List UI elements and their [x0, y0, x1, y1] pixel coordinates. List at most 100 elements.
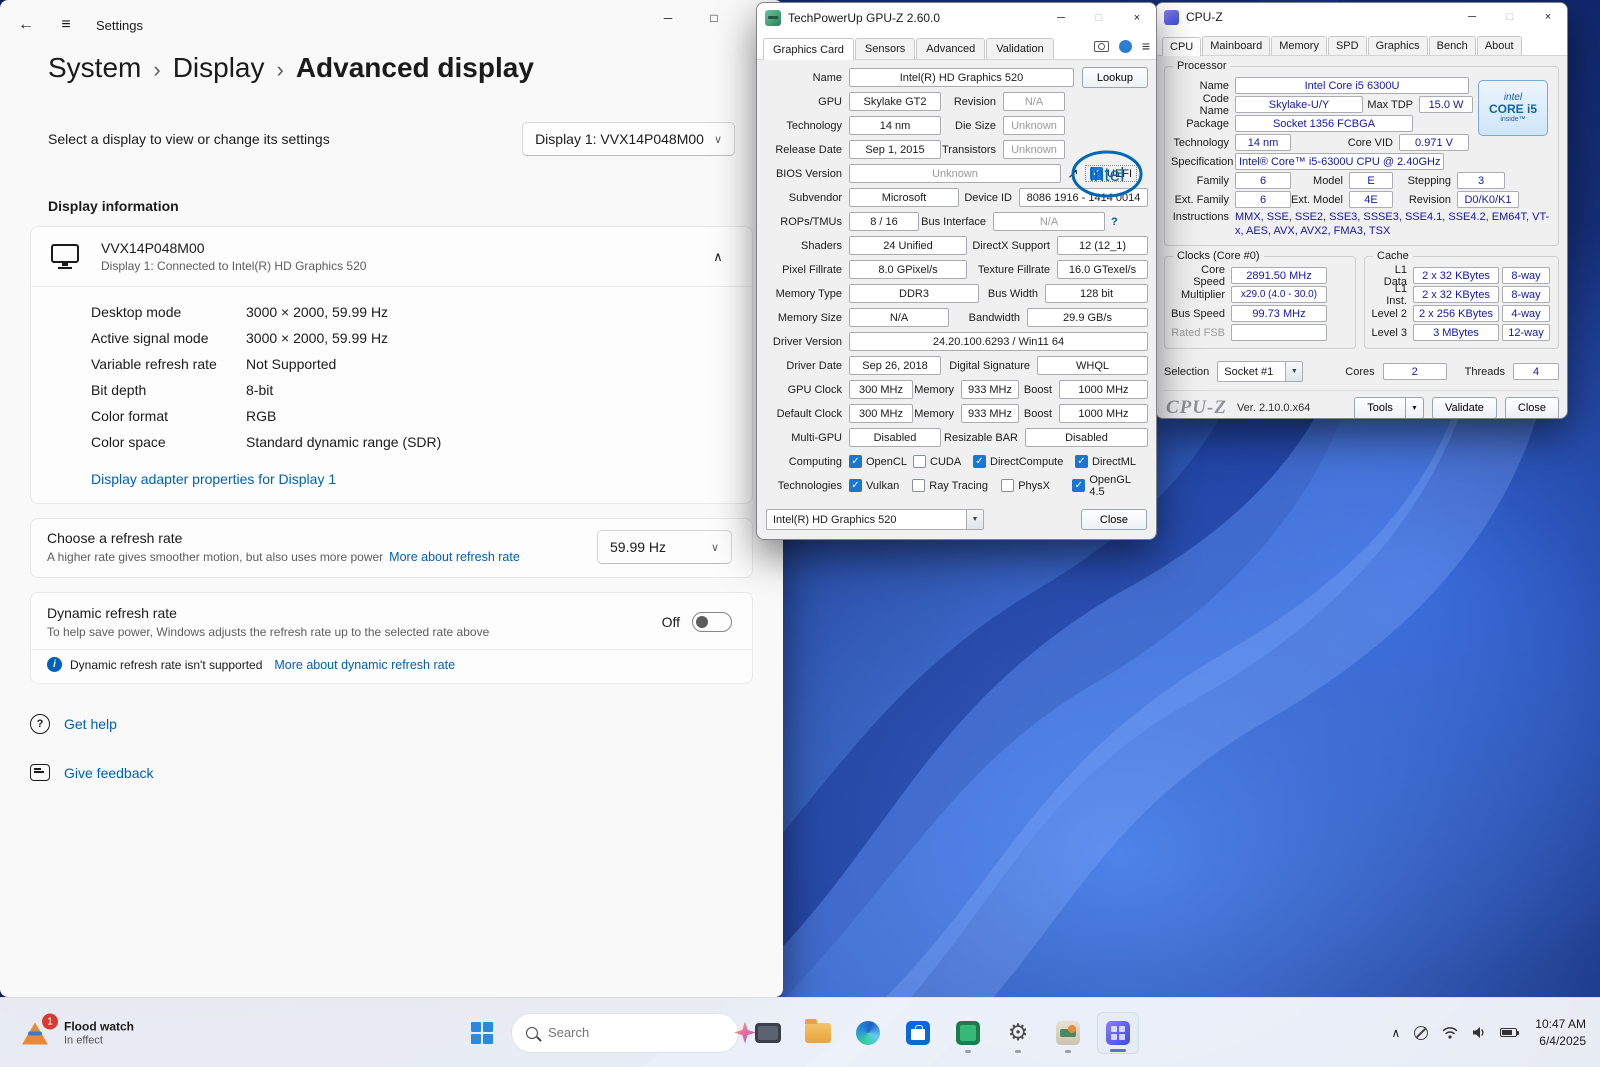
- opengl-checkbox[interactable]: [1072, 479, 1085, 492]
- start-button[interactable]: [461, 1012, 503, 1054]
- chevron-down-icon: ∨: [711, 541, 719, 554]
- directcompute-checkbox[interactable]: [973, 455, 986, 468]
- get-help-row: ? Get help: [30, 714, 783, 734]
- onedrive-paused-icon[interactable]: [1408, 1013, 1434, 1053]
- cpuz-tab-bench[interactable]: Bench: [1429, 36, 1476, 55]
- refresh-rate-desc: A higher rate gives smoother motion, but…: [47, 550, 520, 564]
- taskbar-icon-cpu-z[interactable]: [1097, 1012, 1139, 1054]
- cpuz-tab-spd[interactable]: SPD: [1328, 36, 1367, 55]
- taskbar-icon-monitor-app[interactable]: [947, 1012, 989, 1054]
- taskbar-icon-file-explorer[interactable]: [797, 1012, 839, 1054]
- tray-clock[interactable]: 10:47 AM 6/4/2025: [1525, 1016, 1596, 1050]
- cpuz-titlebar[interactable]: CPU-Z ─ □ ×: [1156, 3, 1567, 31]
- battery-icon[interactable]: [1494, 1013, 1523, 1053]
- field-label: BIOS Version: [765, 168, 849, 180]
- give-feedback-row: Give feedback: [30, 764, 783, 781]
- directml-checkbox[interactable]: [1075, 455, 1088, 468]
- cpuz-minimize-button[interactable]: ─: [1453, 2, 1491, 32]
- ray-tracing-checkbox[interactable]: [912, 479, 925, 492]
- taskbar-icon-edge[interactable]: [847, 1012, 889, 1054]
- gpuz-titlebar[interactable]: TechPowerUp GPU-Z 2.60.0 ─ □ ×: [757, 3, 1156, 33]
- settings-maximize-button[interactable]: □: [691, 0, 737, 36]
- cpuz-close-action-button[interactable]: Close: [1505, 397, 1559, 419]
- menu-icon[interactable]: ≡: [1142, 39, 1150, 53]
- gpu-card-select[interactable]: Intel(R) HD Graphics 520 ▼: [766, 509, 984, 530]
- weather-widget[interactable]: 1 Flood watch In effect: [10, 1013, 146, 1052]
- cpuz-maximize-button[interactable]: □: [1491, 2, 1529, 32]
- gpuz-maximize-button[interactable]: □: [1080, 3, 1118, 33]
- gpuz-tab-validation[interactable]: Validation: [986, 38, 1054, 59]
- chevron-up-icon[interactable]: ∧: [700, 249, 736, 265]
- validate-button[interactable]: Validate: [1432, 397, 1497, 419]
- validation-icon[interactable]: [1119, 40, 1132, 53]
- back-button[interactable]: ←: [6, 7, 46, 43]
- gpuz-close-action-button[interactable]: Close: [1081, 509, 1147, 530]
- bus-interface-help-icon[interactable]: ?: [1111, 216, 1118, 228]
- info-label: Active signal mode: [91, 330, 246, 346]
- processor-legend: Processor: [1173, 60, 1231, 72]
- field-label: GPU Clock: [765, 384, 849, 396]
- physx-checkbox[interactable]: [1001, 479, 1014, 492]
- cpuz-tab-mainboard[interactable]: Mainboard: [1202, 36, 1270, 55]
- socket-select[interactable]: Socket #1 ▼: [1217, 361, 1303, 382]
- gpuz-close-button[interactable]: ×: [1118, 3, 1156, 33]
- taskbar-icon-gpu-z[interactable]: [1047, 1012, 1089, 1054]
- taskbar-icon-store[interactable]: [897, 1012, 939, 1054]
- clocks-row-rated-fsb: Rated FSB: [1171, 324, 1349, 341]
- cpuz-tab-memory[interactable]: Memory: [1271, 36, 1327, 55]
- opencl-checkbox[interactable]: [849, 455, 862, 468]
- get-help-link[interactable]: Get help: [64, 716, 117, 732]
- settings-minimize-button[interactable]: ─: [645, 0, 691, 36]
- breadcrumb-system[interactable]: System: [48, 52, 141, 84]
- more-about-refresh-rate-link[interactable]: More about refresh rate: [389, 550, 520, 564]
- settings-titlebar[interactable]: ← ≡ Settings ─ □ ×: [0, 0, 783, 50]
- taskbar-search[interactable]: [511, 1013, 739, 1053]
- tools-button[interactable]: Tools: [1354, 397, 1406, 419]
- display-card-header[interactable]: VVX14P048M00 Display 1: Connected to Int…: [31, 227, 752, 286]
- cpuz-tab-cpu[interactable]: CPU: [1162, 37, 1201, 56]
- cpuz-close-button[interactable]: ×: [1529, 2, 1567, 32]
- cpuz-tab-graphics[interactable]: Graphics: [1368, 36, 1428, 55]
- app-title: Settings: [96, 18, 143, 33]
- display-select-dropdown[interactable]: Display 1: VVX14P048M00 ∨: [522, 122, 735, 156]
- cpuz-footer-buttons: Tools ▼ Validate Close: [1354, 397, 1559, 419]
- field-label: Texture Fillrate: [967, 264, 1057, 276]
- nav-menu-button[interactable]: ≡: [46, 7, 86, 43]
- screenshot-icon[interactable]: [1094, 41, 1109, 52]
- refresh-rate-dropdown[interactable]: 59.99 Hz ∨: [597, 530, 732, 564]
- display-info-rows: Desktop mode 3000 × 2000, 59.99 Hz Activ…: [31, 287, 752, 461]
- display-adapter-properties-link[interactable]: Display adapter properties for Display 1: [91, 471, 336, 487]
- field-label: Computing: [765, 456, 849, 468]
- cache-row-l1-data: L1 Data 2 x 32 KBytes 8-way: [1371, 267, 1552, 284]
- dropdown-arrow-icon: ▼: [966, 510, 983, 529]
- select-display-row: Select a display to view or change its s…: [48, 122, 735, 156]
- gpuz-row-fillrate: Pixel Fillrate 8.0 GPixel/s Texture Fill…: [765, 260, 1148, 279]
- field-label: Model: [1291, 175, 1349, 187]
- taskbar-icon-settings[interactable]: ⚙: [997, 1012, 1039, 1054]
- more-about-dynamic-refresh-link[interactable]: More about dynamic refresh rate: [274, 658, 455, 672]
- gpuz-tab-advanced[interactable]: Advanced: [916, 38, 985, 59]
- tools-dropdown-arrow[interactable]: ▼: [1406, 397, 1424, 419]
- volume-icon[interactable]: [1466, 1013, 1492, 1053]
- give-feedback-link[interactable]: Give feedback: [64, 765, 154, 781]
- gpuz-minimize-button[interactable]: ─: [1042, 3, 1080, 33]
- device-app-icon: [755, 1023, 781, 1043]
- cpu-technology-value: 14 nm: [1235, 134, 1291, 151]
- field-label: Subvendor: [765, 192, 849, 204]
- search-input[interactable]: [548, 1025, 724, 1040]
- clocks-legend: Clocks (Core #0): [1173, 250, 1264, 262]
- gpuz-tab-sensors[interactable]: Sensors: [855, 38, 915, 59]
- flood-warning-icon: 1: [22, 1021, 50, 1045]
- gpuz-tab-graphics-card[interactable]: Graphics Card: [763, 38, 854, 60]
- breadcrumb-display[interactable]: Display: [173, 52, 265, 84]
- subvendor-value: Microsoft: [849, 188, 959, 207]
- wifi-icon[interactable]: [1436, 1013, 1464, 1053]
- tray-chevron-icon[interactable]: ∧: [1386, 1013, 1407, 1053]
- dynamic-refresh-toggle[interactable]: [692, 612, 732, 632]
- clocks-row-bus-speed: Bus Speed 99.73 MHz: [1171, 305, 1349, 322]
- lookup-button[interactable]: Lookup: [1082, 67, 1148, 88]
- cpuz-tab-about[interactable]: About: [1477, 36, 1522, 55]
- cuda-checkbox[interactable]: [913, 455, 926, 468]
- taskbar-icon-device[interactable]: [747, 1012, 789, 1054]
- vulkan-checkbox[interactable]: [849, 479, 862, 492]
